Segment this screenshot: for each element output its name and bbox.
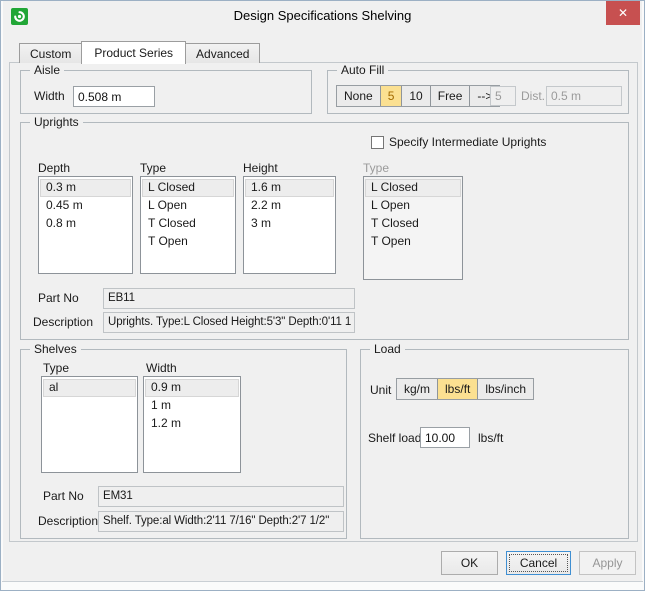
load-unit-segmented-control-item-1[interactable]: lbs/ft (438, 379, 478, 399)
uprights-depth-list-item-0[interactable]: 0.3 m (40, 179, 131, 197)
uprights-description-field: Uprights. Type:L Closed Height:5'3" Dept… (103, 312, 355, 333)
uprights-part-no-field: EB11 (103, 288, 355, 309)
design-specifications-dialog: Design Specifications Shelving ✕ CustomP… (0, 0, 645, 591)
shelves-type-list-item-0[interactable]: al (43, 379, 136, 397)
shelves-width-list-item-0[interactable]: 0.9 m (145, 379, 239, 397)
intermediate-uprights-checkbox[interactable] (371, 136, 384, 149)
shelves-part-no-field: EM31 (98, 486, 344, 507)
ok-button[interactable]: OK (441, 551, 498, 575)
shelf-load-unit-suffix: lbs/ft (478, 431, 503, 446)
load-group: Load Unit kg/mlbs/ftlbs/inch Shelf load … (360, 349, 629, 539)
apply-button: Apply (579, 551, 636, 575)
uprights-height-list-item-0[interactable]: 1.6 m (245, 179, 334, 197)
shelf-load-input[interactable] (420, 427, 470, 448)
uprights-height-list-item-2[interactable]: 3 m (245, 215, 334, 233)
uprights-type-list[interactable]: L ClosedL OpenT ClosedT Open (140, 176, 236, 274)
shelves-width-list-item-2[interactable]: 1.2 m (145, 415, 239, 433)
uprights-depth-list-item-1[interactable]: 0.45 m (40, 197, 131, 215)
load-unit-label: Unit (370, 383, 391, 398)
shelves-part-no-label: Part No (43, 489, 84, 504)
load-unit-segmented-control[interactable]: kg/mlbs/ftlbs/inch (396, 378, 534, 400)
auto-fill-count-input (490, 86, 516, 106)
intermediate-type-list-item-0[interactable]: L Closed (365, 179, 461, 197)
load-unit-segmented-control-item-0[interactable]: kg/m (397, 379, 438, 399)
uprights-height-list[interactable]: 1.6 m2.2 m3 m (243, 176, 336, 274)
intermediate-type-label: Type (363, 161, 389, 176)
aisle-group-label: Aisle (30, 63, 64, 78)
aisle-width-input[interactable] (73, 86, 155, 107)
load-unit-segmented-control-item-2[interactable]: lbs/inch (478, 379, 533, 399)
title-bar[interactable]: Design Specifications Shelving ✕ (2, 1, 643, 31)
auto-fill-segmented-control-item-1[interactable]: 5 (381, 86, 403, 106)
close-button[interactable]: ✕ (606, 1, 640, 25)
uprights-part-no-label: Part No (38, 291, 79, 306)
intermediate-uprights-checkbox-label: Specify Intermediate Uprights (389, 135, 546, 150)
intermediate-type-list-item-1[interactable]: L Open (365, 197, 461, 215)
tab-page-product-series: Aisle Width Auto Fill None510Free--> Dis… (9, 62, 638, 542)
uprights-group-label: Uprights (30, 115, 83, 130)
uprights-height-label: Height (243, 161, 278, 176)
tab-strip-item-1[interactable]: Product Series (81, 41, 186, 64)
uprights-type-list-item-3[interactable]: T Open (142, 233, 234, 251)
shelf-load-label: Shelf load (368, 431, 421, 446)
shelves-type-list[interactable]: al (41, 376, 138, 473)
intermediate-type-list-item-2[interactable]: T Closed (365, 215, 461, 233)
uprights-depth-list[interactable]: 0.3 m0.45 m0.8 m (38, 176, 133, 274)
uprights-type-list-item-1[interactable]: L Open (142, 197, 234, 215)
intermediate-type-list-item-3[interactable]: T Open (365, 233, 461, 251)
shelves-description-label: Description (38, 514, 98, 529)
intermediate-uprights-checkbox-row[interactable]: Specify Intermediate Uprights (371, 135, 546, 150)
shelves-width-label: Width (146, 361, 177, 376)
auto-fill-segmented-control-item-0[interactable]: None (337, 86, 381, 106)
uprights-group: Uprights Specify Intermediate Uprights D… (20, 122, 629, 340)
tab-strip-item-2[interactable]: Advanced (185, 43, 260, 63)
load-group-label: Load (370, 342, 405, 357)
window-frame-bottom (2, 581, 643, 590)
auto-fill-segmented-control-item-3[interactable]: Free (431, 86, 471, 106)
uprights-height-list-item-1[interactable]: 2.2 m (245, 197, 334, 215)
shelves-description-field: Shelf. Type:al Width:2'11 7/16" Depth:2'… (98, 511, 344, 532)
uprights-type-list-item-0[interactable]: L Closed (142, 179, 234, 197)
auto-fill-group-label: Auto Fill (337, 63, 388, 78)
window-title: Design Specifications Shelving (2, 1, 643, 31)
tab-strip-item-0[interactable]: Custom (19, 43, 82, 63)
shelves-width-list-item-1[interactable]: 1 m (145, 397, 239, 415)
aisle-group: Aisle Width (20, 70, 312, 114)
shelves-type-label: Type (43, 361, 69, 376)
shelves-width-list[interactable]: 0.9 m1 m1.2 m (143, 376, 241, 473)
uprights-depth-label: Depth (38, 161, 70, 176)
aisle-width-label: Width (34, 89, 65, 104)
uprights-type-label: Type (140, 161, 166, 176)
cancel-button[interactable]: Cancel (506, 551, 571, 575)
tab-strip[interactable]: CustomProduct SeriesAdvanced (19, 40, 259, 63)
intermediate-type-list: L ClosedL OpenT ClosedT Open (363, 176, 463, 280)
auto-fill-segmented-control[interactable]: None510Free--> (336, 85, 500, 107)
shelves-group: Shelves Type Width al 0.9 m1 m1.2 m Part… (20, 349, 347, 539)
shelves-group-label: Shelves (30, 342, 81, 357)
uprights-type-list-item-2[interactable]: T Closed (142, 215, 234, 233)
auto-fill-segmented-control-item-2[interactable]: 10 (402, 86, 430, 106)
auto-fill-dist-input (546, 86, 622, 106)
auto-fill-dist-label: Dist. (521, 89, 545, 104)
auto-fill-group: Auto Fill None510Free--> Dist. (327, 70, 629, 114)
uprights-description-label: Description (33, 315, 93, 330)
uprights-depth-list-item-2[interactable]: 0.8 m (40, 215, 131, 233)
